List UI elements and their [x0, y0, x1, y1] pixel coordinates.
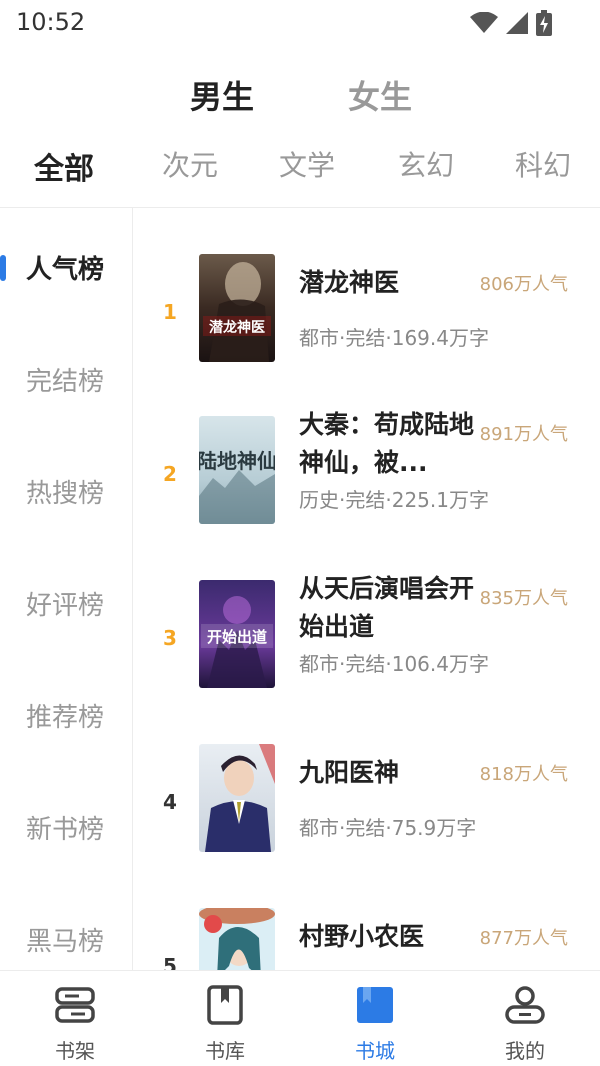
cover-title: 潜龙神医 — [209, 319, 265, 336]
rank-number: 2 — [163, 462, 177, 486]
nav-profile[interactable]: 我的 — [450, 971, 600, 1066]
cover-title: 陆地神仙 — [199, 449, 275, 473]
bottom-nav: 书架 书库 书城 我的 — [0, 970, 600, 1066]
book-cover: 潜龙神医 — [199, 254, 275, 362]
sidebar-item-completed[interactable]: 完结榜 — [0, 353, 132, 403]
cover-title: 开始出道 — [207, 628, 267, 646]
sidebar-item-label: 完结榜 — [26, 367, 105, 397]
nav-library[interactable]: 书库 — [150, 971, 300, 1066]
rank-number: 4 — [163, 790, 177, 814]
sidebar-item-label: 人气榜 — [26, 255, 105, 285]
nav-label: 书架 — [55, 1039, 95, 1063]
bookshelf-icon — [55, 987, 95, 1023]
nav-label: 书城 — [355, 1039, 395, 1063]
bookstore-icon — [357, 987, 393, 1023]
gender-tabs: 男生 女生 — [0, 72, 600, 122]
wifi-icon — [470, 12, 498, 33]
cell-signal-icon — [506, 12, 528, 34]
book-title: 从天后演唱会开始出道 — [299, 574, 475, 641]
active-indicator — [0, 255, 6, 281]
popularity-count: 818万人气 — [479, 764, 568, 785]
tab-female[interactable]: 女生 — [348, 72, 412, 118]
ranking-sidebar: 人气榜 完结榜 热搜榜 好评榜 推荐榜 新书榜 黑马榜 — [0, 208, 132, 970]
book-cover: 陆地神仙 — [199, 416, 275, 524]
book-list: 1 潜龙神医 潜龙神医 806万人气 都市·完结·169.4万字 2 陆地神仙 … — [133, 208, 600, 970]
status-icons — [470, 10, 552, 36]
book-title: 大秦：苟成陆地神仙，被... — [299, 410, 475, 477]
book-title: 九阳医神 — [299, 758, 400, 787]
tab-literature[interactable]: 文学 — [279, 144, 335, 184]
category-tabs: 全部 次元 文学 玄幻 科幻 — [0, 144, 600, 190]
book-meta: 历史·完结·225.1万字 — [299, 488, 489, 512]
popularity-count: 891万人气 — [479, 424, 568, 445]
sidebar-item-top-rated[interactable]: 好评榜 — [0, 577, 132, 627]
book-meta: 都市·完结·106.4万字 — [299, 652, 489, 676]
book-item[interactable]: 3 开始出道 从天后演唱会开始出道 835万人气 都市·完结·106.4万字 — [133, 574, 600, 690]
rank-number: 1 — [163, 300, 177, 324]
book-item[interactable]: 2 陆地神仙 大秦：苟成陆地神仙，被... 891万人气 历史·完结·225.1… — [133, 410, 600, 526]
sidebar-item-dark-horse[interactable]: 黑马榜 — [0, 913, 132, 963]
nav-bookshelf[interactable]: 书架 — [0, 971, 150, 1066]
tab-male[interactable]: 男生 — [190, 72, 254, 118]
battery-icon — [536, 10, 552, 36]
book-cover: 开始出道 — [199, 580, 275, 688]
profile-icon — [505, 986, 545, 1024]
popularity-count: 806万人气 — [479, 274, 568, 295]
sidebar-item-label: 黑马榜 — [26, 927, 105, 957]
sidebar-item-recommended[interactable]: 推荐榜 — [0, 689, 132, 739]
popularity-count: 835万人气 — [479, 588, 568, 609]
sidebar-item-label: 推荐榜 — [26, 703, 105, 733]
nav-label: 我的 — [505, 1039, 545, 1063]
rank-number: 3 — [163, 626, 177, 650]
book-meta: 都市·完结·169.4万字 — [299, 326, 489, 350]
sidebar-item-label: 好评榜 — [26, 591, 105, 621]
library-icon — [207, 985, 243, 1025]
book-meta: 都市·完结·75.9万字 — [299, 816, 477, 840]
sidebar-item-popular[interactable]: 人气榜 — [0, 241, 132, 291]
sidebar-item-label: 新书榜 — [26, 815, 105, 845]
book-item[interactable]: 5 村野小农医 877万人气 — [133, 908, 600, 970]
status-bar: 10:52 — [0, 0, 600, 48]
book-cover — [199, 908, 275, 970]
sidebar-item-hot-search[interactable]: 热搜榜 — [0, 465, 132, 515]
nav-bookstore[interactable]: 书城 — [300, 971, 450, 1066]
book-item[interactable]: 1 潜龙神医 潜龙神医 806万人气 都市·完结·169.4万字 — [133, 254, 600, 364]
sidebar-item-new-books[interactable]: 新书榜 — [0, 801, 132, 851]
tab-all[interactable]: 全部 — [34, 144, 94, 188]
popularity-count: 877万人气 — [479, 928, 568, 949]
tab-scifi[interactable]: 科幻 — [515, 144, 571, 184]
book-item[interactable]: 4 九阳医神 818万人气 都市·完结·75.9万字 — [133, 744, 600, 854]
tab-ciyuan[interactable]: 次元 — [162, 144, 218, 184]
book-cover — [199, 744, 275, 852]
status-time: 10:52 — [16, 8, 86, 36]
book-title: 潜龙神医 — [299, 268, 400, 297]
nav-label: 书库 — [205, 1039, 245, 1063]
tab-fantasy[interactable]: 玄幻 — [398, 144, 454, 184]
rank-number: 5 — [163, 954, 177, 970]
book-title: 村野小农医 — [299, 922, 425, 951]
sidebar-item-label: 热搜榜 — [26, 479, 105, 509]
